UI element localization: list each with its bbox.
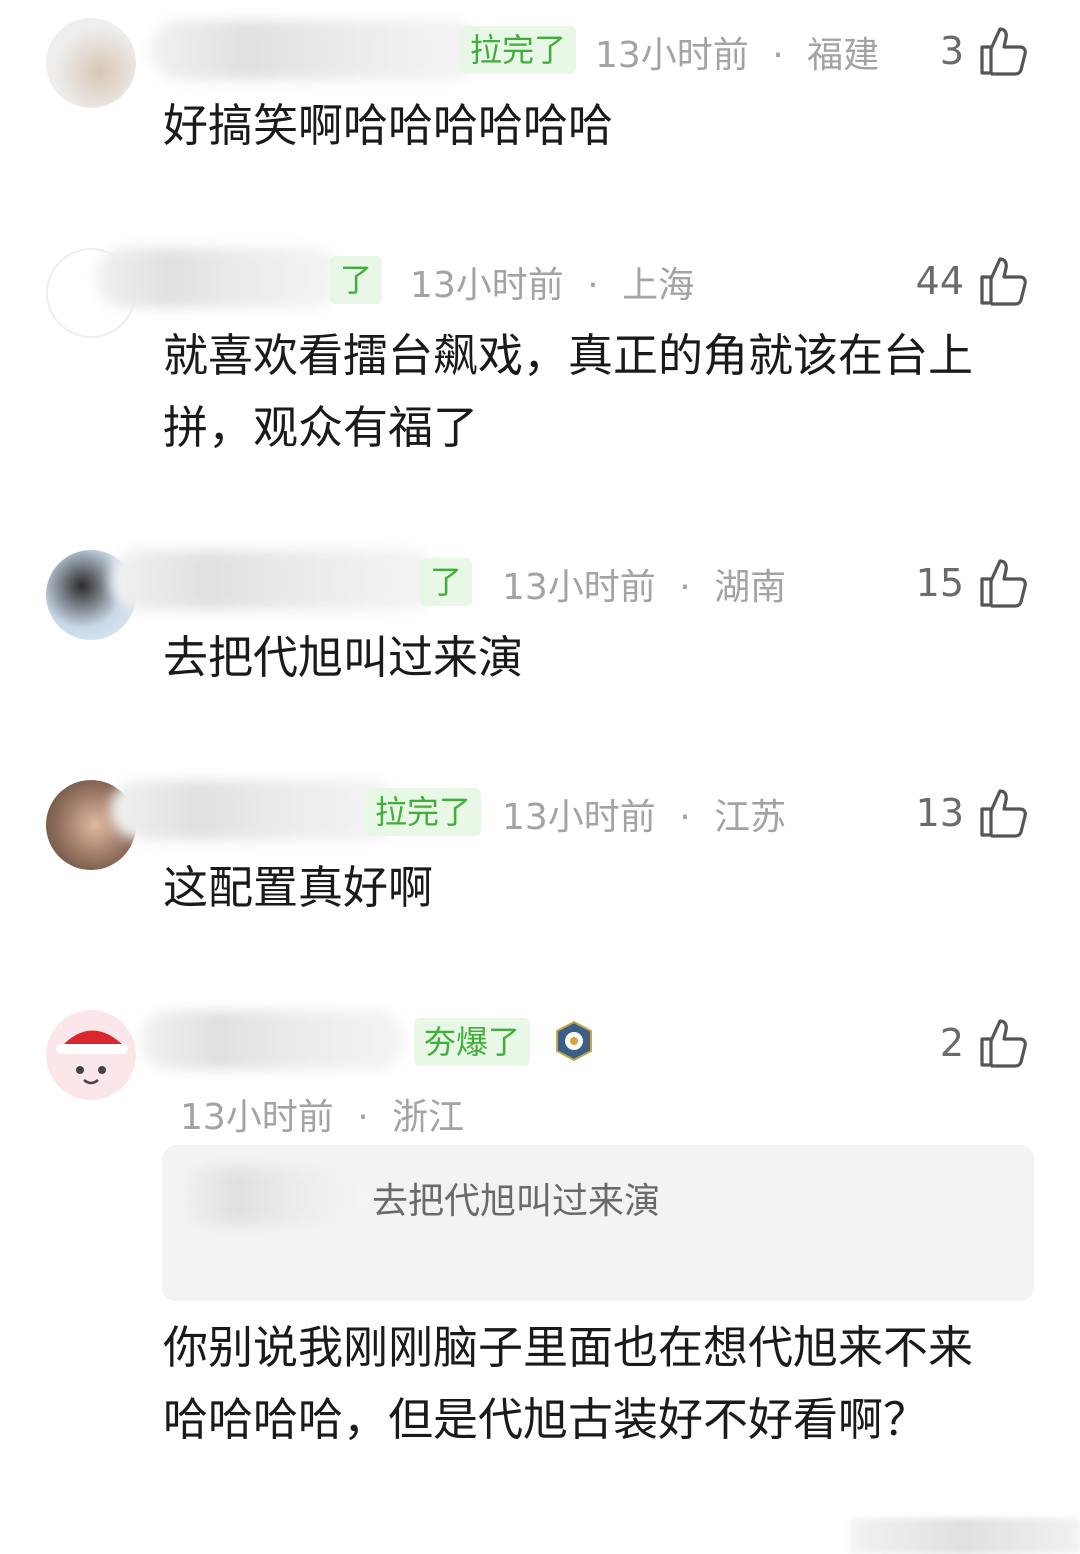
comment-time: 13小时前 <box>502 567 656 608</box>
like-button[interactable]: 3 <box>940 23 1028 79</box>
rating-badge: 了 <box>420 558 473 606</box>
username-blurred[interactable] <box>140 1010 405 1070</box>
username-blurred[interactable] <box>110 550 440 610</box>
like-count: 44 <box>915 259 964 303</box>
like-count: 3 <box>939 29 964 73</box>
like-count: 15 <box>915 561 964 605</box>
comment-meta: 13小时前 · 浙江 <box>180 1088 464 1140</box>
like-count: 13 <box>915 791 964 835</box>
avatar[interactable] <box>46 18 136 108</box>
comment-time: 13小时前 <box>180 1097 334 1138</box>
comment-text: 这配置真好啊 <box>163 861 434 914</box>
comment-text: 你别说我刚刚脑子里面也在想代旭来不来哈哈哈哈，但是代旭古装好不好看啊？ <box>163 1321 974 1446</box>
comment-location: 上海 <box>622 265 695 306</box>
comment-location: 浙江 <box>392 1097 465 1138</box>
comment-time: 13小时前 <box>410 265 564 306</box>
thumbs-up-icon <box>980 257 1027 306</box>
thumbs-up-icon <box>980 1019 1027 1068</box>
like-button[interactable]: 2 <box>940 1015 1028 1071</box>
santa-hat-icon <box>56 1030 128 1085</box>
rating-badge: 拉完了 <box>460 26 577 74</box>
rating-badge: 拉完了 <box>365 788 482 836</box>
rating-badge: 了 <box>330 256 383 304</box>
meta-separator: · <box>357 1097 369 1138</box>
comment-time: 13小时前 <box>502 797 656 838</box>
meta-separator: · <box>587 265 599 306</box>
comment-text: 就喜欢看擂台飙戏，真正的角就该在台上拼，观众有福了 <box>163 329 974 454</box>
meta-separator: · <box>679 797 691 838</box>
username-blurred[interactable] <box>95 248 340 308</box>
meta-separator: · <box>679 567 691 608</box>
thumbs-up-icon <box>980 789 1027 838</box>
comment-time: 13小时前 <box>595 35 749 76</box>
comment-meta: 13小时前 · 湖南 <box>502 558 786 610</box>
quoted-text: 去把代旭叫过来演 <box>372 1181 661 1222</box>
comment-text: 去把代旭叫过来演 <box>163 631 524 684</box>
quoted-reply[interactable]: 去把代旭叫过来演 <box>162 1145 1034 1301</box>
thumbs-up-icon <box>980 27 1027 76</box>
comment-meta: 13小时前 · 上海 <box>410 256 694 308</box>
like-button[interactable]: 44 <box>916 253 1028 309</box>
comment-meta: 13小时前 · 江苏 <box>502 788 786 840</box>
comment-text: 好搞笑啊哈哈哈哈哈哈 <box>163 99 614 152</box>
like-count: 2 <box>939 1021 964 1065</box>
like-button[interactable]: 13 <box>916 785 1028 841</box>
comment-location: 江苏 <box>714 797 787 838</box>
meta-separator: · <box>772 35 784 76</box>
comment-location: 湖南 <box>714 567 787 608</box>
watermark <box>850 1518 1080 1554</box>
username-blurred[interactable] <box>150 20 480 80</box>
username-blurred[interactable] <box>110 780 400 840</box>
like-button[interactable]: 15 <box>916 555 1028 611</box>
comment-location: 福建 <box>807 35 880 76</box>
medal-icon <box>556 1020 592 1062</box>
thumbs-up-icon <box>980 559 1027 608</box>
rating-badge: 夯爆了 <box>414 1018 531 1066</box>
comment-meta: 13小时前 · 福建 <box>595 26 879 78</box>
avatar[interactable] <box>46 1010 136 1100</box>
